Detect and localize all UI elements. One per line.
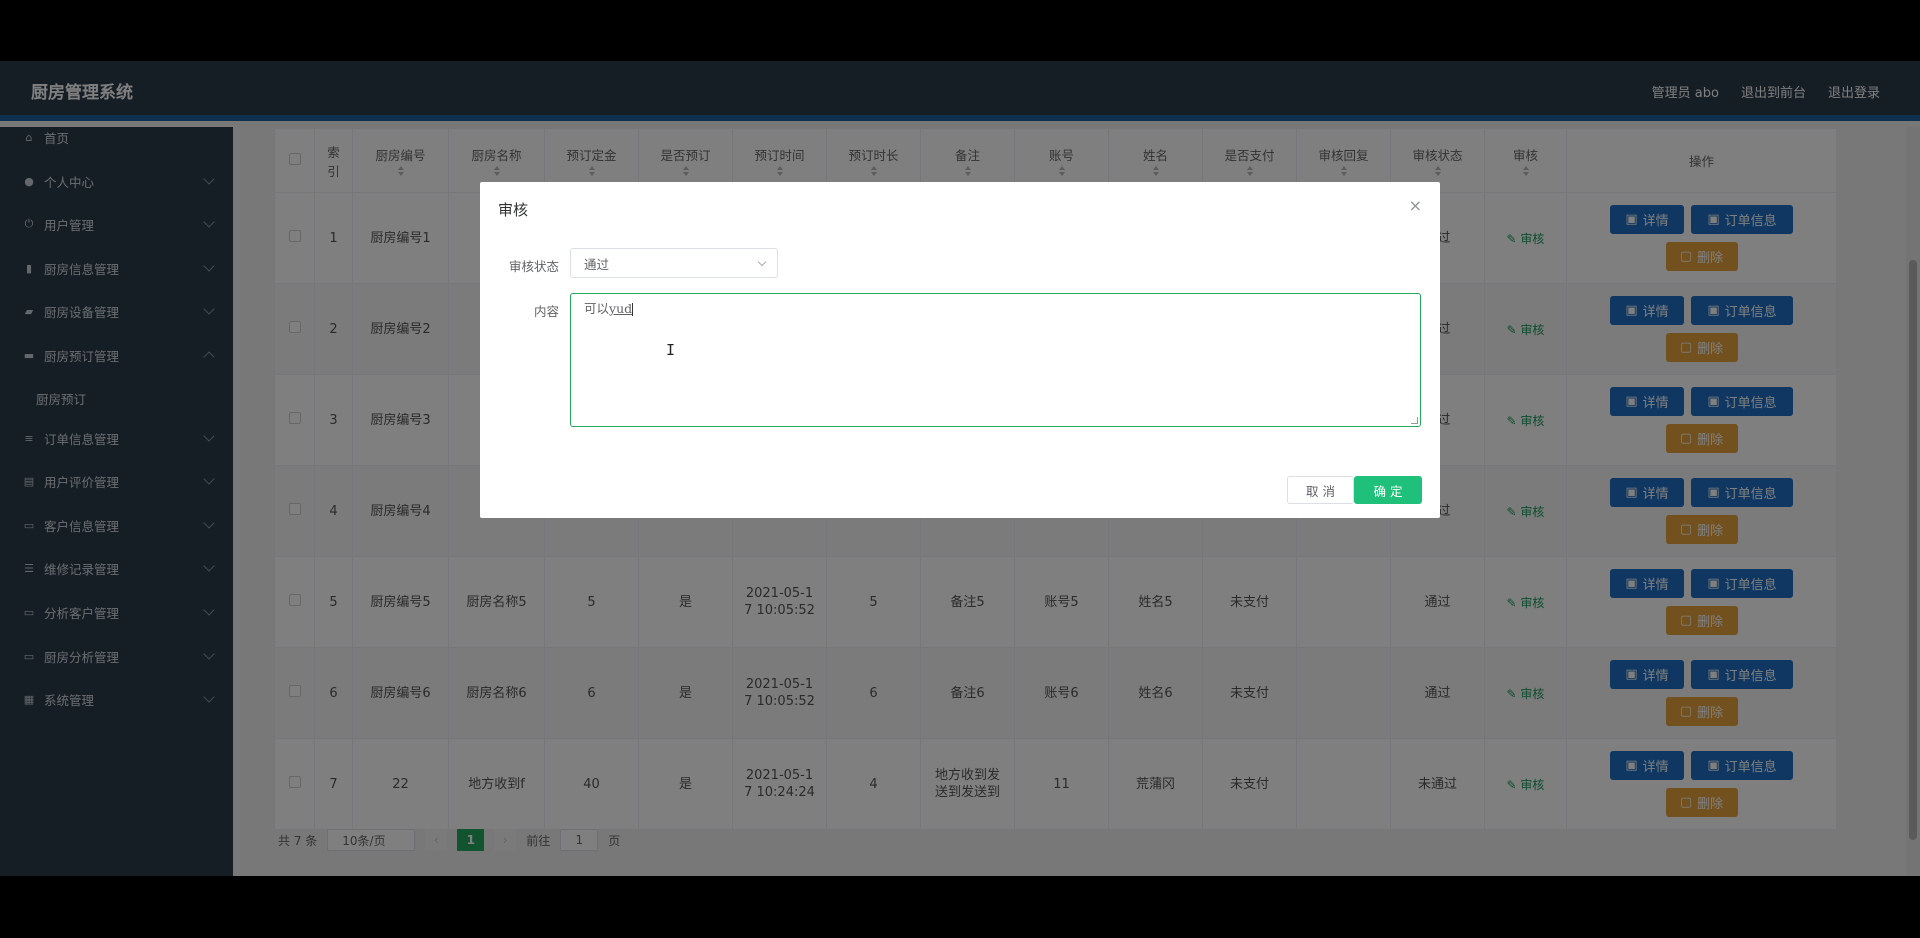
status-select-value: 通过 xyxy=(584,256,610,272)
confirm-button[interactable]: 确 定 xyxy=(1354,476,1422,504)
status-select[interactable]: 通过 xyxy=(570,248,778,278)
content-prefix-text: 可以 xyxy=(584,301,610,316)
content-label: 内容 xyxy=(533,304,559,319)
resize-handle-icon[interactable] xyxy=(1411,417,1418,424)
audit-dialog: 审核 × 审核状态 通过 内容 可以yud I 取 消 确 定 xyxy=(480,182,1440,518)
text-caret xyxy=(632,303,634,316)
i-beam-cursor-icon: I xyxy=(666,341,676,359)
cancel-button[interactable]: 取 消 xyxy=(1287,476,1354,504)
content-typed-text: yud xyxy=(609,301,633,316)
close-icon[interactable]: × xyxy=(1409,196,1422,215)
status-label: 审核状态 xyxy=(508,259,559,274)
dialog-title: 审核 xyxy=(498,201,529,219)
app-window: 厨房管理系统 管理员 abo 退出到前台 退出登录 ⌂首页●个人中心⏻用户管理▮… xyxy=(0,61,1920,876)
content-textarea[interactable]: 可以yud xyxy=(570,293,1421,427)
chevron-down-icon xyxy=(757,257,767,267)
